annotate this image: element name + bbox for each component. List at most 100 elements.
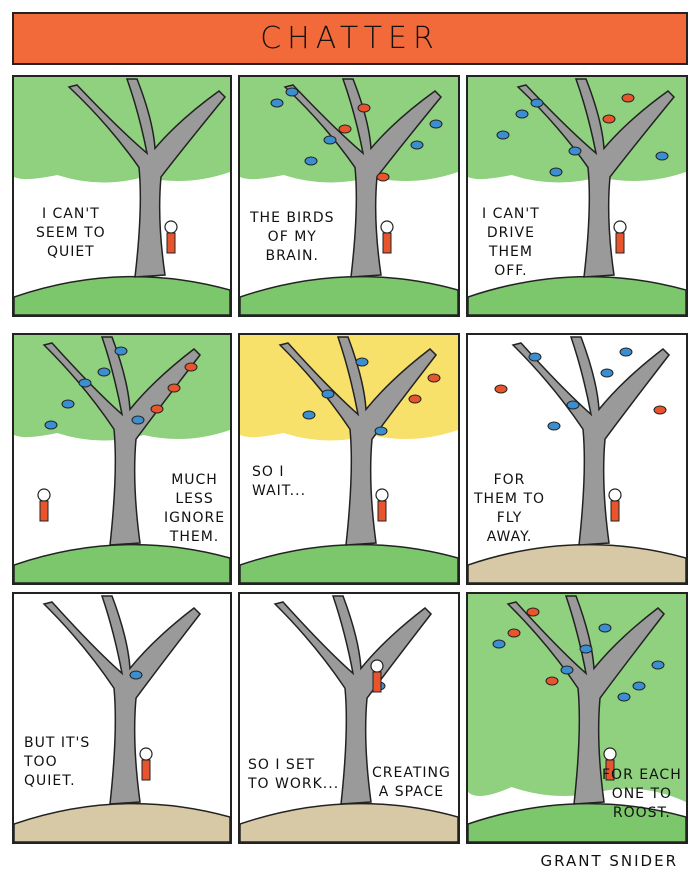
bird xyxy=(357,103,371,113)
caption-line: OF MY xyxy=(267,229,317,245)
person-head xyxy=(613,220,627,234)
bird xyxy=(376,172,390,182)
caption-line: I CAN'T xyxy=(41,206,100,222)
caption: FOR THEM TO FLY AWAY. xyxy=(474,471,545,547)
bird xyxy=(492,639,506,649)
caption-line: THEM TO xyxy=(474,491,546,507)
person-body xyxy=(372,671,382,693)
panel-art xyxy=(240,335,458,583)
person-head xyxy=(164,220,178,234)
panel-art xyxy=(14,77,230,315)
caption-line: SO I SET xyxy=(248,757,316,773)
bird xyxy=(632,681,646,691)
bird xyxy=(97,367,111,377)
bird xyxy=(602,114,616,124)
bird xyxy=(507,628,521,638)
bird xyxy=(114,346,128,356)
bird xyxy=(302,410,316,420)
person-body xyxy=(166,232,176,254)
bird xyxy=(653,405,667,415)
bird xyxy=(61,399,75,409)
caption-line: THEM xyxy=(488,244,533,260)
bird xyxy=(129,670,143,680)
title-banner: CHATTER xyxy=(12,12,688,65)
bird xyxy=(600,368,614,378)
ground-hill xyxy=(240,802,458,842)
caption-line: SEEM TO xyxy=(36,225,106,241)
bird xyxy=(617,692,631,702)
ground-hill xyxy=(14,543,230,583)
caption-line: ROOST. xyxy=(612,805,671,821)
bird xyxy=(304,156,318,166)
caption: SO I WAIT... xyxy=(252,463,306,501)
person-body xyxy=(615,232,625,254)
ground-hill xyxy=(240,275,458,315)
bird xyxy=(526,607,540,617)
caption-line: TOO xyxy=(24,754,58,770)
bird xyxy=(515,109,529,119)
bird xyxy=(560,665,574,675)
person-body xyxy=(610,500,620,522)
caption-2: CREATING A SPACE xyxy=(372,764,451,802)
panel-3: I CAN'T DRIVE THEM OFF. xyxy=(466,75,688,317)
ground-hill xyxy=(14,802,230,842)
person-head xyxy=(603,747,617,761)
bird xyxy=(528,352,542,362)
caption-line: THEM. xyxy=(169,529,220,545)
caption: FOR EACH ONE TO ROOST. xyxy=(602,766,682,823)
panel-art xyxy=(14,595,230,842)
bird xyxy=(579,644,593,654)
bird xyxy=(410,140,424,150)
bird xyxy=(427,373,441,383)
bird xyxy=(323,135,337,145)
bird xyxy=(651,660,665,670)
person-head xyxy=(375,488,389,502)
caption: SO I SET TO WORK... xyxy=(248,756,339,794)
bird xyxy=(285,87,299,97)
caption-line: BRAIN. xyxy=(265,248,319,264)
bird xyxy=(566,400,580,410)
caption-line: WAIT... xyxy=(252,483,307,499)
person-body xyxy=(377,500,387,522)
caption-line: TO WORK... xyxy=(248,776,340,792)
bird xyxy=(429,119,443,129)
caption: THE BIRDS OF MY BRAIN. xyxy=(250,209,335,266)
panel-7: BUT IT'S TOO QUIET. xyxy=(12,592,232,844)
panel-5: SO I WAIT... xyxy=(238,333,460,585)
caption-line: THE BIRDS xyxy=(250,210,335,226)
bird xyxy=(167,383,181,393)
caption-line: ONE TO xyxy=(611,786,673,802)
caption-line: A SPACE xyxy=(378,784,445,800)
bird xyxy=(408,394,422,404)
tree-trunk xyxy=(278,336,437,546)
bird xyxy=(374,426,388,436)
caption-line: MUCH xyxy=(171,472,218,488)
caption-line: QUIET. xyxy=(24,773,76,789)
bird xyxy=(150,404,164,414)
caption-line: OFF. xyxy=(494,263,528,279)
bird xyxy=(598,623,612,633)
person-body xyxy=(39,500,49,522)
panel-8: SO I SET TO WORK... CREATING A SPACE xyxy=(238,592,460,844)
caption-line: DRIVE xyxy=(486,225,535,241)
comic-title: CHATTER xyxy=(260,21,440,56)
caption: I CAN'T DRIVE THEM OFF. xyxy=(482,205,540,281)
panel-4: MUCH LESS IGNORE THEM. xyxy=(12,333,232,585)
caption-line: FOR EACH xyxy=(602,767,682,783)
bird xyxy=(619,347,633,357)
person-body xyxy=(141,759,151,781)
bird xyxy=(547,421,561,431)
caption-line: I CAN'T xyxy=(482,206,540,222)
bird xyxy=(131,415,145,425)
caption-line: FOR xyxy=(493,472,526,488)
bird xyxy=(338,124,352,134)
tree-canopy xyxy=(468,77,686,183)
bird xyxy=(496,130,510,140)
ground-hill xyxy=(468,275,686,315)
ground-hill xyxy=(240,543,458,583)
artist-signature: GRANT SNIDER xyxy=(540,852,678,870)
caption-line: SO I xyxy=(252,464,285,480)
caption-line: LESS xyxy=(175,491,214,507)
bird xyxy=(321,389,335,399)
caption-line: QUIET xyxy=(46,244,95,260)
